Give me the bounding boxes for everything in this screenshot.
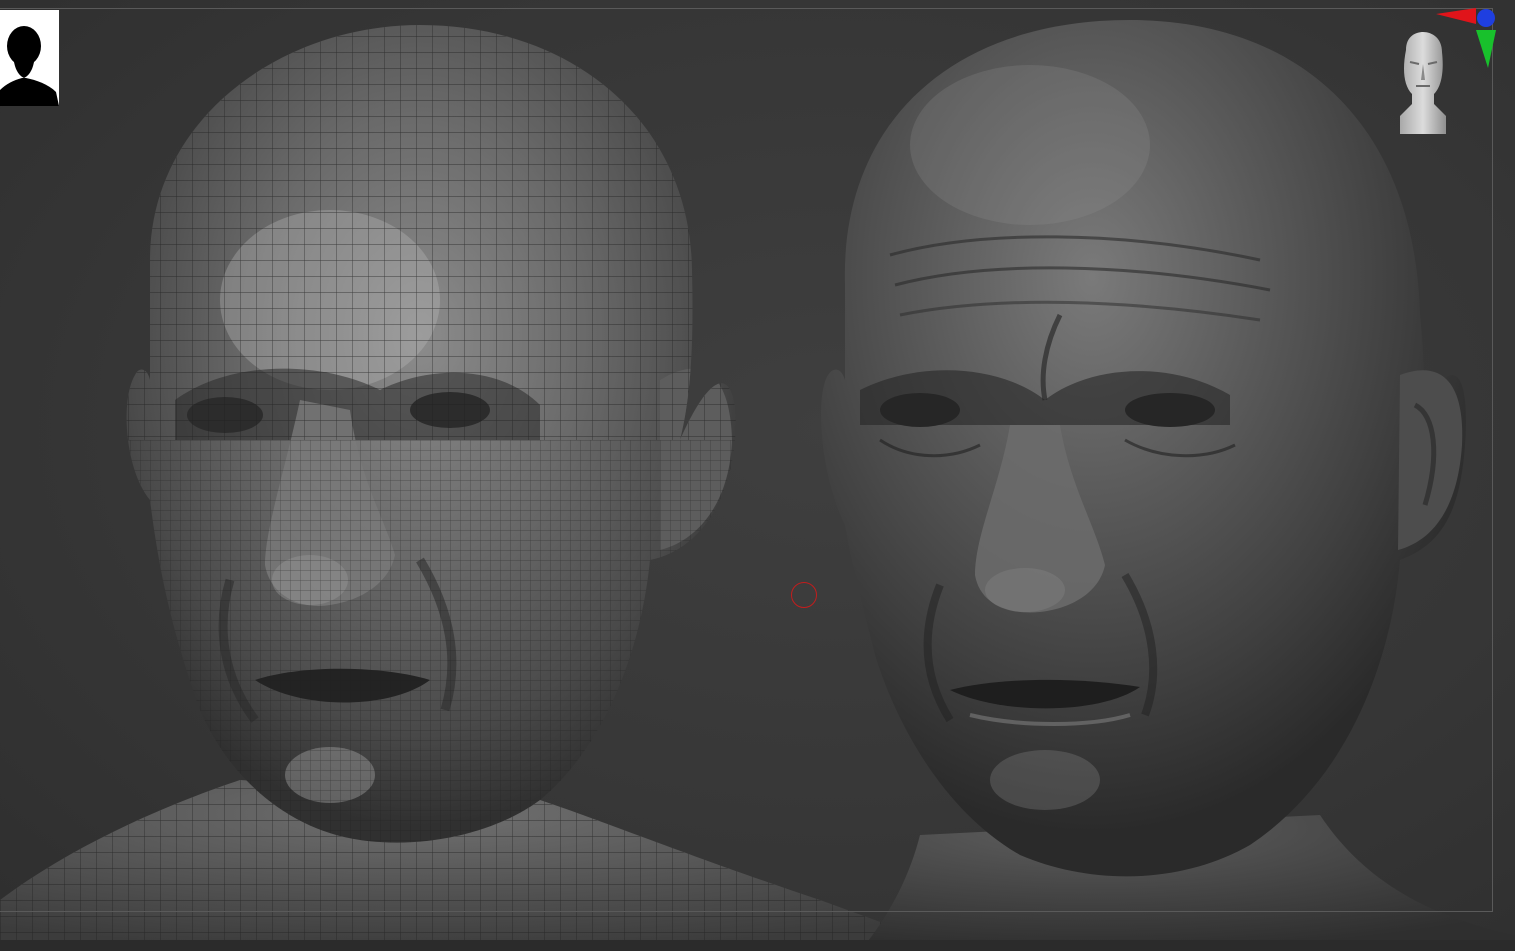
head-orientation-icon[interactable] <box>1392 30 1454 134</box>
sculpted-head-model[interactable] <box>800 15 1515 951</box>
head-mesh <box>126 25 736 843</box>
3d-viewport[interactable] <box>0 0 1515 951</box>
z-axis-dot[interactable] <box>1477 9 1495 27</box>
brush-cursor-icon <box>791 582 817 608</box>
x-axis-arrow[interactable] <box>1436 8 1476 24</box>
person-silhouette-icon[interactable] <box>0 10 59 106</box>
head-sculpt <box>821 20 1466 877</box>
viewport-bottom-edge <box>0 940 1515 951</box>
y-axis-arrow[interactable] <box>1476 30 1496 68</box>
